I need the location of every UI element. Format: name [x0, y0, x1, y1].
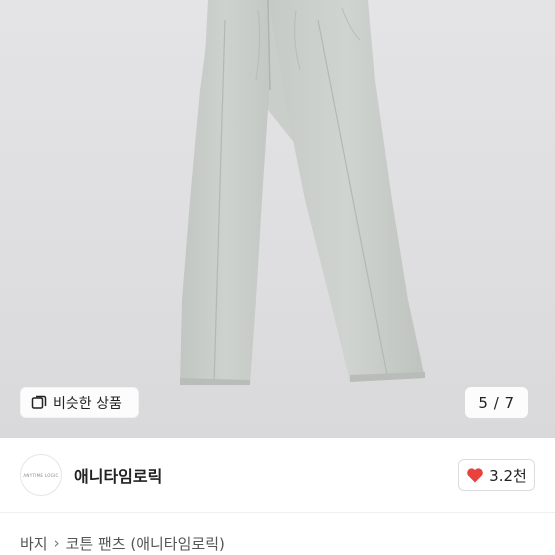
heart-icon	[467, 468, 483, 483]
similar-products-label: 비슷한 상품	[53, 395, 122, 412]
chevron-right-icon: ›	[53, 534, 60, 552]
product-image[interactable]: 비슷한 상품 5 / 7	[0, 0, 555, 438]
pants-illustration	[180, 0, 425, 385]
similar-products-button[interactable]: 비슷한 상품	[20, 387, 139, 418]
seller-name[interactable]: 애니타임로릭	[74, 463, 162, 487]
breadcrumb-subcategory[interactable]: 코튼 팬츠 (애니타임로릭)	[66, 533, 225, 554]
like-button[interactable]: 3.2천	[458, 459, 535, 491]
image-page-indicator: 5 / 7	[465, 387, 528, 418]
seller-avatar-logo: ANYTIME LOGIC	[23, 472, 59, 478]
seller-row[interactable]: ANYTIME LOGIC 애니타임로릭 3.2천	[0, 438, 555, 512]
section-divider	[0, 512, 555, 513]
like-count: 3.2천	[489, 466, 527, 485]
breadcrumb: 바지 › 코튼 팬츠 (애니타임로릭)	[20, 532, 225, 554]
breadcrumb-category[interactable]: 바지	[20, 533, 48, 554]
seller-avatar[interactable]: ANYTIME LOGIC	[20, 454, 62, 496]
similar-products-icon	[31, 395, 47, 409]
